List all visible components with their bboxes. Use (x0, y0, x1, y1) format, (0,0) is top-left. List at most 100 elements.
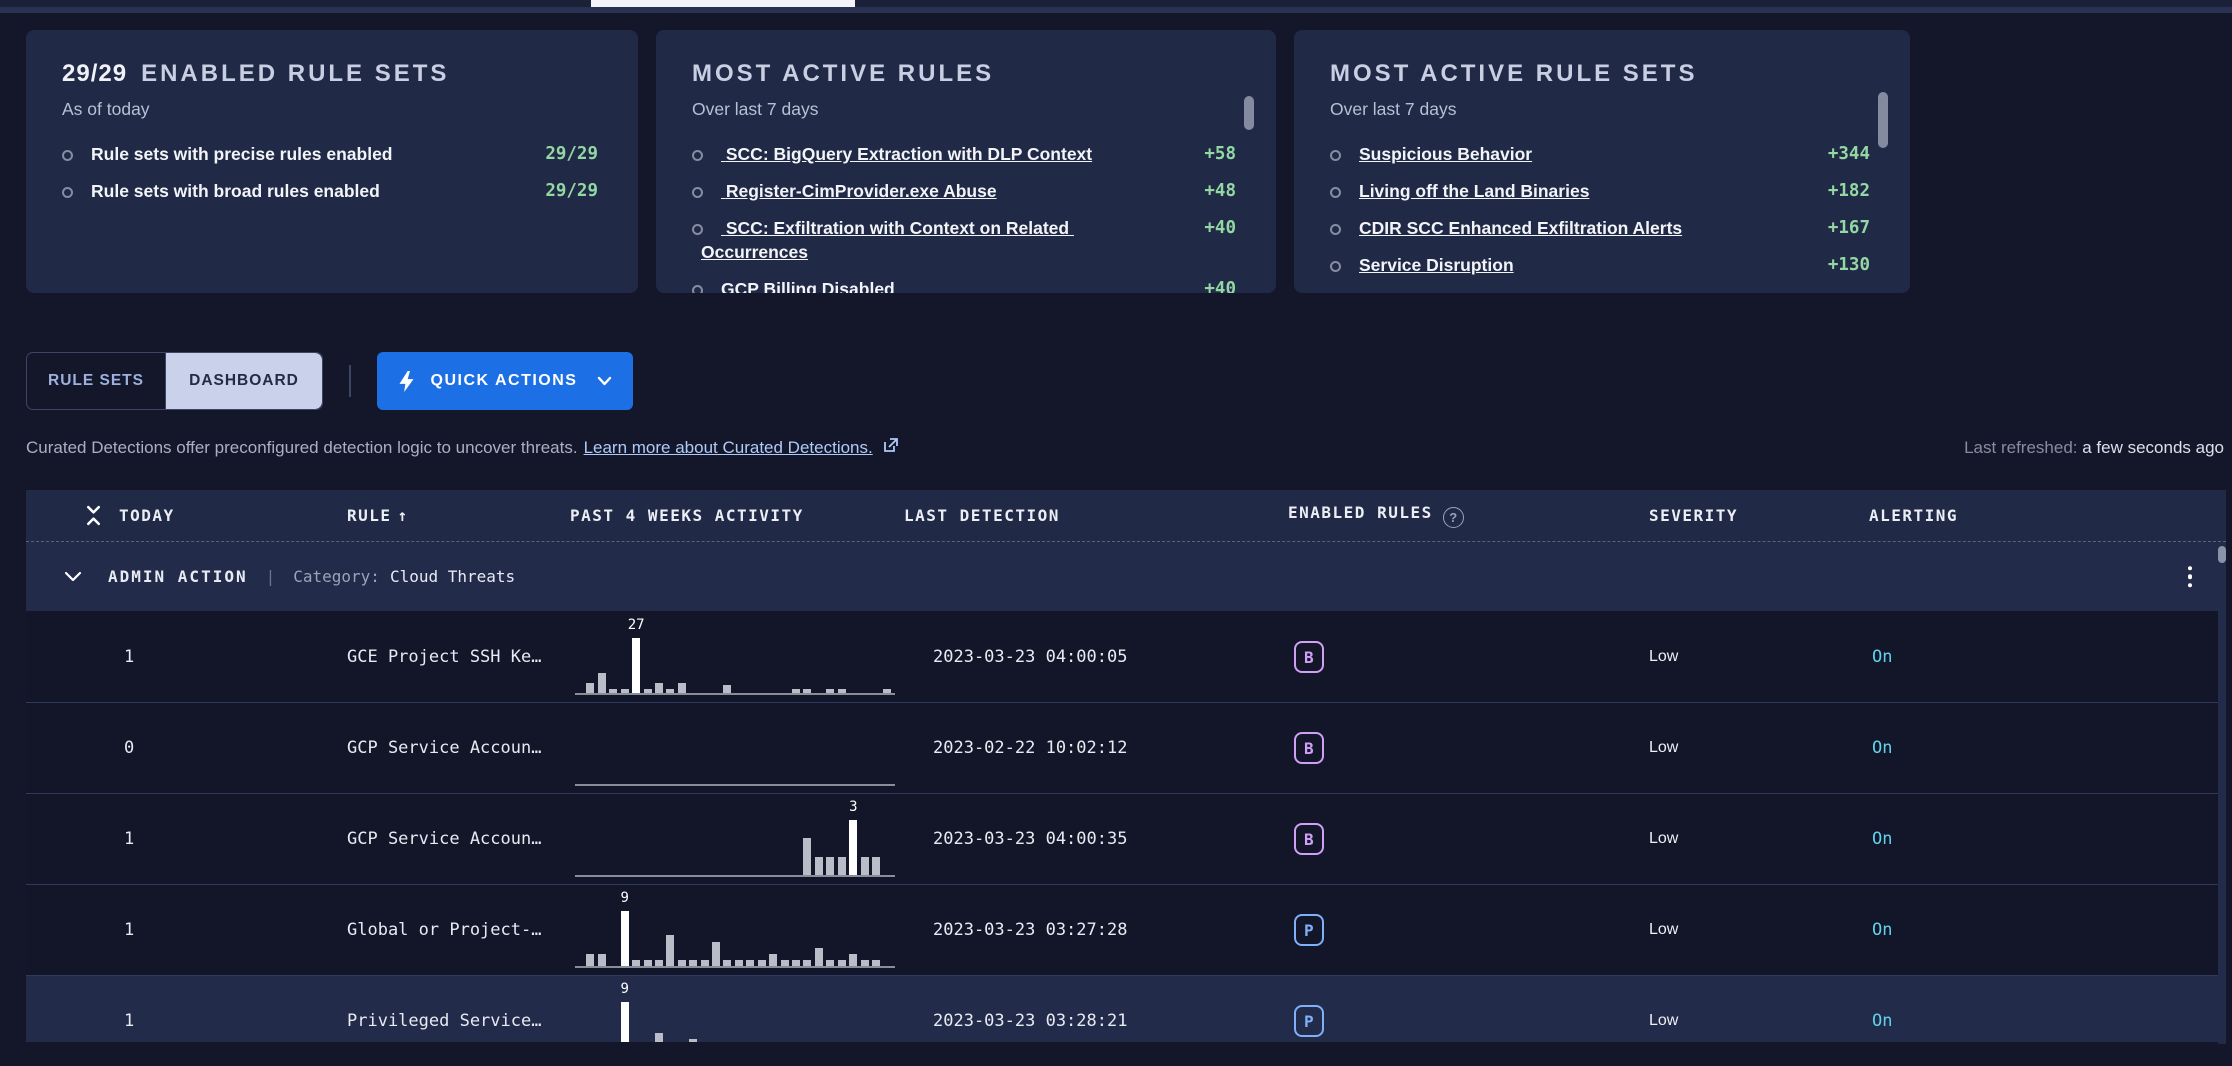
cell-activity: 9 (570, 885, 904, 975)
column-header-today: TODAY (26, 505, 251, 526)
sparkline-bars (575, 638, 895, 693)
activity-sparkline: 27 (575, 618, 895, 695)
table-body: 1 GCE Project SSH Ke…27 2023-03-23 04:00:0… (26, 611, 2226, 1042)
cell-alerting[interactable]: On (1869, 920, 2226, 940)
sparkline-peak-value: 3 (849, 799, 857, 815)
card-list-item: Rule sets with precise rules enabled29/2… (26, 142, 638, 166)
rule-link[interactable]: Living off the Land Binaries (1359, 181, 1589, 201)
table-row[interactable]: 1GCE Project SSH Ke…272023-03-23 04:00:0… (26, 611, 2226, 702)
cell-rule-name[interactable]: Privileged Service… (251, 1011, 570, 1031)
group-category-value: Cloud Threats (390, 567, 515, 586)
sparkline-bar (632, 638, 640, 693)
top-tab-strip (0, 0, 2232, 7)
card-list-item: Register-CimProvider.exe Abuse+48 (656, 179, 1276, 203)
detections-table: TODAY RULE↑ PAST 4 WEEKS ACTIVITY LAST D… (26, 490, 2226, 1044)
card-title-label: ENABLED RULE SETS (141, 60, 449, 87)
rule-link[interactable]: Register-CimProvider.exe Abuse (721, 181, 997, 201)
bullet-icon (62, 187, 73, 198)
card-title-value: 29/29 (62, 60, 127, 87)
rule-link[interactable]: Service Disruption (1359, 255, 1514, 275)
column-header-alerting[interactable]: ALERTING (1869, 506, 2226, 525)
cell-rule-name[interactable]: GCP Service Accoun… (251, 829, 570, 849)
view-switcher: RULE SETS DASHBOARD (26, 352, 323, 410)
toolbar: RULE SETS DASHBOARD QUICK ACTIONS (26, 352, 633, 410)
sparkline-baseline (575, 875, 895, 877)
cell-alerting[interactable]: On (1869, 1011, 2226, 1031)
precise-rule-badge[interactable]: P (1294, 914, 1324, 946)
column-header-rule[interactable]: RULE↑ (251, 506, 570, 525)
sparkline-bar (678, 683, 686, 693)
card-subtitle: Over last 7 days (1294, 99, 1910, 120)
cell-last-detection: 2023-02-22 10:02:12 (904, 738, 1288, 758)
sparkline-bar (621, 911, 629, 966)
sparkline-bar (586, 954, 594, 966)
activity-sparkline: 9 (575, 982, 895, 1042)
cell-alerting[interactable]: On (1869, 738, 2226, 758)
rule-link[interactable]: CDIR SCC Enhanced Exfiltration Alerts (1359, 218, 1682, 238)
card-scrollbar-thumb[interactable] (1878, 92, 1888, 148)
collapse-all-icon[interactable] (84, 505, 103, 526)
chevron-down-icon[interactable] (64, 571, 82, 583)
tab-dashboard[interactable]: DASHBOARD (166, 353, 322, 409)
column-label-today[interactable]: TODAY (119, 506, 175, 525)
bullet-icon (692, 150, 703, 161)
sparkline-peak-value: 9 (620, 981, 628, 997)
card-list-item: CDIR SCC Enhanced Exfiltration Alerts +16… (1294, 216, 1910, 240)
cell-alerting[interactable]: On (1869, 647, 2226, 667)
column-header-enabled-rules[interactable]: ENABLED RULES? (1288, 503, 1649, 528)
activity-sparkline: 3 (575, 800, 895, 877)
sparkline-bar (655, 1033, 663, 1042)
kebab-menu-icon[interactable] (2184, 562, 2197, 592)
cell-alerting[interactable]: On (1869, 829, 2226, 849)
precise-rule-badge[interactable]: P (1294, 1005, 1324, 1037)
group-row-admin-action[interactable]: ADMIN ACTION | Category: Cloud Threats (26, 542, 2226, 611)
card-title-label: MOST ACTIVE RULES (692, 60, 994, 87)
chevron-down-icon (597, 376, 612, 386)
open-in-new-icon[interactable] (881, 436, 900, 460)
card-list-item: SCC: Exfiltration with Context on Relate… (656, 216, 1276, 264)
item-count: +58 (1204, 142, 1236, 166)
tab-rule-sets[interactable]: RULE SETS (27, 353, 166, 409)
item-count: +167 (1828, 216, 1870, 240)
card-subtitle: Over last 7 days (656, 99, 1276, 120)
sparkline-bar (666, 935, 674, 966)
cell-activity: 3 (570, 794, 904, 884)
cell-last-detection: 2023-03-23 03:28:21 (904, 1011, 1288, 1031)
learn-more-link[interactable]: Learn more about Curated Detections. (584, 438, 873, 458)
rule-link[interactable]: Suspicious Behavior (1359, 144, 1532, 164)
cell-last-detection: 2023-03-23 04:00:05 (904, 647, 1288, 667)
broad-rule-badge[interactable]: B (1294, 732, 1324, 764)
table-scrollbar-thumb[interactable] (2218, 546, 2226, 563)
sparkline-baseline (575, 966, 895, 968)
table-row[interactable]: 1GCP Service Accoun…32023-03-23 04:00:35… (26, 793, 2226, 884)
rule-link[interactable]: GCP Billing Disabled (721, 279, 895, 293)
column-header-severity[interactable]: SEVERITY (1649, 506, 1869, 525)
broad-rule-badge[interactable]: B (1294, 641, 1324, 673)
table-row[interactable]: 1Global or Project-…92023-03-23 03:27:28… (26, 884, 2226, 975)
sparkline-bar (872, 857, 880, 875)
cell-severity: Low (1649, 739, 1869, 757)
card-list: Suspicious Behavior+344Living off the La… (1294, 142, 1910, 277)
sparkline-bar (712, 942, 720, 966)
sparkline-bar (598, 673, 606, 693)
quick-actions-button[interactable]: QUICK ACTIONS (377, 352, 633, 410)
cell-rule-name[interactable]: GCE Project SSH Ke… (251, 647, 570, 667)
cell-rule-name[interactable]: Global or Project-… (251, 920, 570, 940)
sparkline-bar (689, 1039, 697, 1042)
cell-today: 1 (26, 1011, 251, 1031)
card-scrollbar-thumb[interactable] (1244, 96, 1254, 130)
broad-rule-badge[interactable]: B (1294, 823, 1324, 855)
column-header-last-detection[interactable]: LAST DETECTION (904, 506, 1288, 525)
rule-link[interactable]: SCC: Exfiltration with Context on Relate… (701, 218, 1074, 262)
curated-detections-description: Curated Detections offer preconfigured d… (26, 438, 578, 458)
table-row[interactable]: 1Privileged Service… 9 2023-03-23 03:28:21… (26, 975, 2226, 1042)
column-header-activity[interactable]: PAST 4 WEEKS ACTIVITY (570, 506, 904, 525)
card-most-active-rule-sets: MOST ACTIVE RULE SETS Over last 7 days S… (1294, 30, 1910, 293)
cell-today: 1 (26, 829, 251, 849)
question-circle-icon[interactable]: ? (1443, 507, 1464, 528)
cell-today: 0 (26, 738, 251, 758)
cell-rule-name[interactable]: GCP Service Accoun… (251, 738, 570, 758)
table-row[interactable]: 0GCP Service Accoun… 2023-02-22 10:02:12 B… (26, 702, 2226, 793)
rule-link[interactable]: SCC: BigQuery Extraction with DLP Contex… (721, 144, 1092, 164)
card-list-item: SCC: BigQuery Extraction with DLP Contex… (656, 142, 1276, 166)
